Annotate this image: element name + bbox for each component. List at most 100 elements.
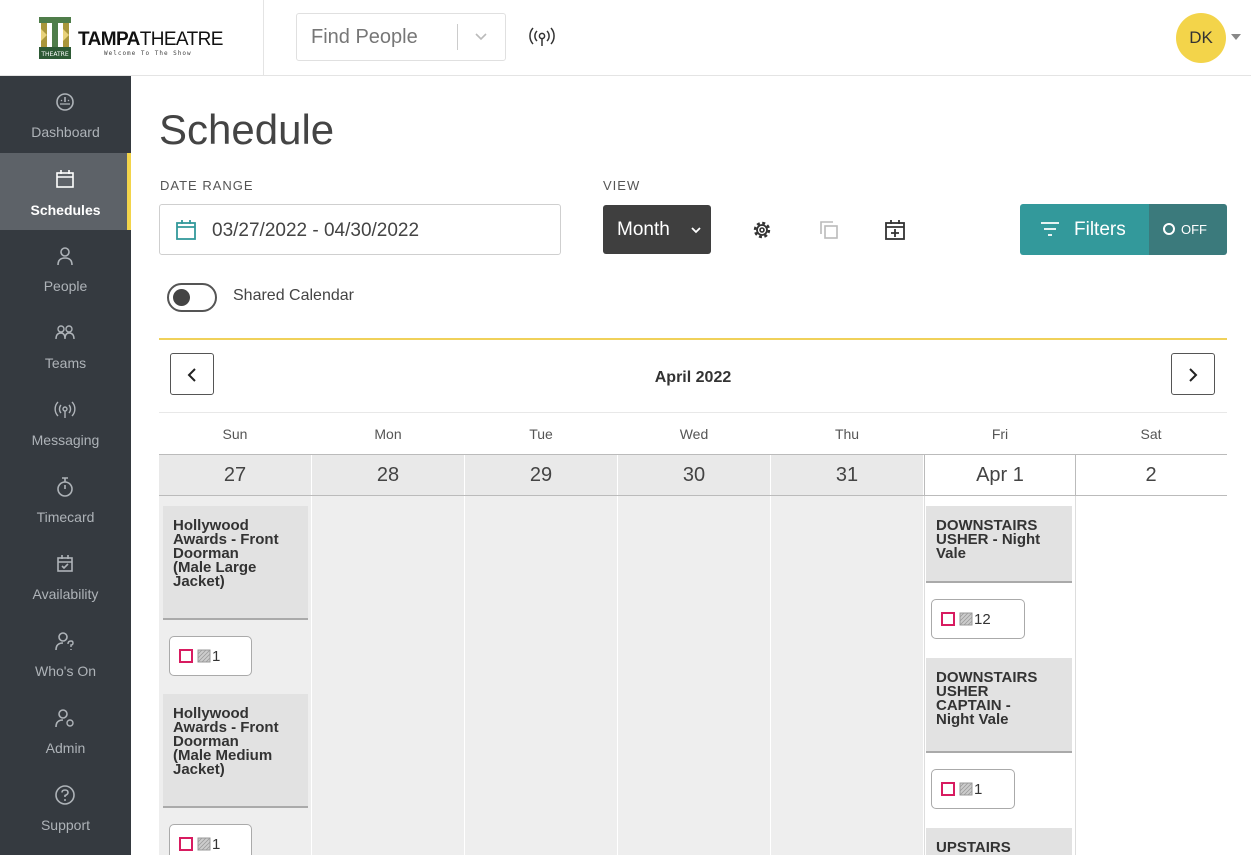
broadcast-icon: [54, 401, 76, 418]
weekday-label: Fri: [991, 426, 1009, 442]
filters-state-toggle[interactable]: OFF: [1149, 204, 1227, 255]
add-shift-icon[interactable]: [883, 218, 907, 242]
shift-card[interactable]: Hollywood Awards - Front Doorman (Male M…: [163, 694, 308, 808]
sidebar-item-schedules[interactable]: Schedules: [0, 153, 131, 230]
day-column-mon[interactable]: [312, 496, 465, 855]
toggle-knob: [173, 289, 190, 306]
weekday-label: Wed: [679, 426, 709, 442]
date-cell[interactable]: 27: [159, 455, 312, 495]
sidebar-item-admin[interactable]: Admin: [0, 692, 131, 769]
theatre-emblem-icon: THEATRE: [39, 17, 71, 59]
date-cell[interactable]: 30: [618, 455, 771, 495]
sidebar-item-label: Admin: [45, 740, 86, 756]
find-people-input[interactable]: [297, 14, 457, 60]
user-menu-caret-icon[interactable]: [1231, 34, 1241, 40]
chevron-right-icon: [1189, 368, 1198, 382]
shift-card[interactable]: Hollywood Awards - Front Doorman (Male L…: [163, 506, 308, 620]
unfilled-checkbox-icon[interactable]: [179, 837, 193, 851]
shift-count-badge[interactable]: 12: [931, 599, 1025, 639]
brand-logo[interactable]: THEATRE TAMPATHEATRE Welcome To The Show: [0, 0, 264, 76]
unfilled-checkbox-icon[interactable]: [941, 612, 955, 626]
sidebar-item-label: Teams: [44, 355, 87, 371]
view-value: Month: [617, 219, 670, 240]
filters-label: Filters: [1074, 219, 1126, 240]
filters-button[interactable]: Filters OFF: [1020, 204, 1227, 255]
sidebar-item-label: Who's On: [34, 663, 97, 679]
stopwatch-icon: [57, 477, 73, 497]
date-cell[interactable]: 29: [465, 455, 618, 495]
sidebar-item-support[interactable]: Support: [0, 769, 131, 846]
shift-card[interactable]: UPSTAIRS: [926, 828, 1072, 855]
user-avatar[interactable]: DK: [1176, 13, 1226, 63]
sidebar-item-teams[interactable]: Teams: [0, 307, 131, 384]
sidebar-item-label: Timecard: [36, 509, 95, 525]
shift-count-badge[interactable]: 1: [169, 824, 252, 855]
view-label: VIEW: [603, 178, 641, 193]
day-column-sat[interactable]: [1076, 496, 1227, 855]
shift-count: 1: [212, 836, 221, 853]
help-icon: [55, 785, 75, 805]
brand-name: TAMPATHEATRE: [78, 29, 223, 50]
shift-title-line: Jacket): [173, 761, 225, 778]
shift-count: 1: [212, 648, 221, 665]
page-title: Schedule: [159, 106, 335, 153]
unfilled-checkbox-icon[interactable]: [179, 649, 193, 663]
shift-title-line: UPSTAIRS: [936, 839, 1011, 855]
person-gear-icon: [55, 709, 74, 728]
select-divider: [457, 24, 458, 50]
sidebar-item-dashboard[interactable]: Dashboard: [0, 76, 131, 153]
shift-title-line: Night Vale: [936, 711, 1009, 728]
date-cell[interactable]: Apr 1: [924, 455, 1076, 495]
sidebar-item-label: Availability: [32, 586, 99, 602]
next-month-button[interactable]: [1171, 353, 1215, 395]
filter-icon: [1041, 222, 1059, 236]
unfilled-checkbox-icon[interactable]: [941, 782, 955, 796]
shared-calendar-toggle[interactable]: [167, 283, 217, 312]
filters-main[interactable]: Filters: [1020, 204, 1149, 255]
position-icon: [959, 612, 973, 626]
position-icon: [197, 649, 211, 663]
sidebar-item-messaging[interactable]: Messaging: [0, 384, 131, 461]
weekday-label: Mon: [374, 426, 402, 442]
copy-icon[interactable]: [817, 218, 841, 242]
gear-icon[interactable]: [750, 218, 774, 242]
shared-calendar-label: Shared Calendar: [233, 287, 354, 304]
gauge-icon: [56, 93, 74, 111]
day-column-wed[interactable]: [618, 496, 771, 855]
position-icon: [197, 837, 211, 851]
calendar-icon: [56, 170, 74, 188]
sidebar-item-availability[interactable]: Availability: [0, 538, 131, 615]
date-cell[interactable]: 2: [1076, 455, 1227, 495]
weekday-label: Sun: [222, 426, 248, 442]
shift-count-badge[interactable]: 1: [931, 769, 1015, 809]
shift-title-line: Jacket): [173, 573, 225, 590]
day-column-tue[interactable]: [465, 496, 618, 855]
day-column-thu[interactable]: [771, 496, 924, 855]
date-cell[interactable]: 28: [312, 455, 465, 495]
sidebar-item-whos-on[interactable]: Who's On: [0, 615, 131, 692]
date-range-picker[interactable]: 03/27/2022 - 04/30/2022: [159, 204, 561, 255]
view-select[interactable]: Month: [603, 205, 711, 254]
chevron-down-icon: [691, 227, 701, 234]
date-cell[interactable]: 31: [771, 455, 924, 495]
shift-count-badge[interactable]: 1: [169, 636, 252, 676]
calendar-icon: [176, 220, 196, 240]
calendar-check-icon: [57, 555, 73, 572]
broadcast-icon[interactable]: [528, 26, 556, 48]
weekday-header: Sun Mon Tue Wed Thu Fri Sat: [159, 412, 1227, 454]
weekday-label: Sat: [1140, 426, 1162, 442]
chevron-down-icon[interactable]: [473, 28, 489, 44]
shift-card[interactable]: DOWNSTAIRS USHER - Night Vale: [926, 506, 1072, 583]
sidebar-item-people[interactable]: People: [0, 230, 131, 307]
off-indicator-icon: [1163, 223, 1175, 235]
sidebar: Dashboard Schedules People Teams Messagi…: [0, 76, 131, 855]
shift-card[interactable]: DOWNSTAIRS USHER CAPTAIN - Night Vale: [926, 658, 1072, 753]
shift-count: 12: [974, 611, 991, 628]
top-bar: THEATRE TAMPATHEATRE Welcome To The Show…: [0, 0, 1251, 76]
sidebar-item-timecard[interactable]: Timecard: [0, 461, 131, 538]
sidebar-item-label: Dashboard: [31, 124, 100, 140]
find-people-select[interactable]: [296, 13, 506, 61]
position-icon: [959, 782, 973, 796]
weekday-label: Tue: [529, 426, 553, 442]
emblem-text: THEATRE: [40, 51, 68, 58]
